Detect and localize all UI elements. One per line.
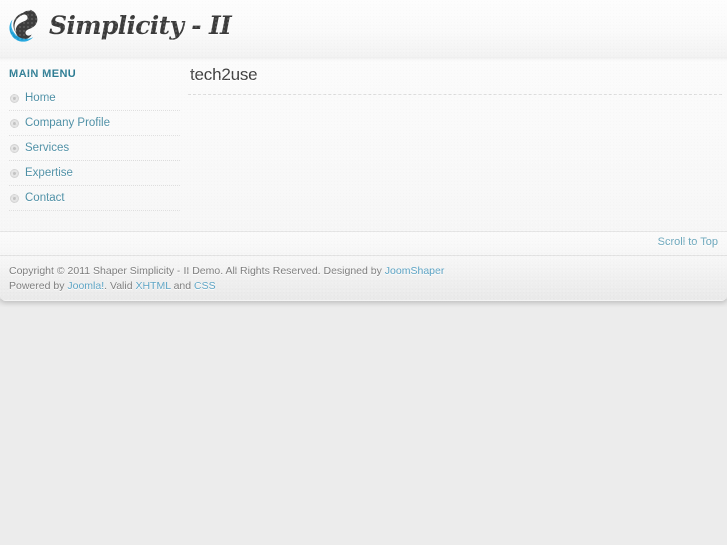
sidebar: MAIN MENU Home Company Profile Services … — [0, 57, 180, 211]
footer-and-text: and — [170, 280, 195, 292]
sidebar-item-label: Services — [25, 142, 70, 154]
sidebar-item-home[interactable]: Home — [9, 86, 180, 111]
sidebar-item-label: Contact — [25, 192, 65, 204]
footer-copyright: Copyright © 2011 Shaper Simplicity - II … — [9, 264, 727, 279]
footer-powered-by: Powered by Joomla!. Valid XHTML and CSS — [9, 279, 727, 294]
site-footer: Copyright © 2011 Shaper Simplicity - II … — [0, 255, 727, 300]
yin-yang-swirl-icon — [9, 9, 38, 42]
footer-valid-text: . Valid — [104, 280, 136, 292]
joomla-link[interactable]: Joomla! — [67, 280, 104, 292]
sidebar-item-services[interactable]: Services — [9, 136, 180, 161]
sidebar-link-home[interactable]: Home — [9, 86, 175, 110]
sidebar-item-label: Company Profile — [25, 117, 111, 129]
sidebar-item-company-profile[interactable]: Company Profile — [9, 111, 180, 136]
site-logo-text: Simplicity - II — [49, 10, 232, 40]
page-container: Simplicity - II MAIN MENU Home Company P… — [0, 0, 727, 301]
footer-copyright-text: Copyright © 2011 Shaper Simplicity - II … — [9, 265, 385, 277]
bullet-circle-icon — [10, 193, 19, 203]
xhtml-link[interactable]: XHTML — [135, 280, 170, 292]
footer-powered-text: Powered by — [9, 280, 68, 292]
joomshaper-link[interactable]: JoomShaper — [385, 265, 445, 277]
sidebar-item-contact[interactable]: Contact — [9, 186, 180, 211]
scroll-to-top-bar: Scroll to Top — [0, 231, 727, 255]
site-header: Simplicity - II — [0, 0, 727, 61]
sidebar-link-expertise[interactable]: Expertise — [9, 161, 175, 185]
article-body — [190, 95, 718, 195]
bullet-circle-icon — [10, 143, 19, 153]
page-title: tech2use — [190, 65, 258, 84]
bullet-circle-icon — [10, 168, 19, 178]
main-menu: Home Company Profile Services Expertise … — [9, 86, 180, 211]
sidebar-heading: MAIN MENU — [9, 68, 77, 80]
sidebar-link-contact[interactable]: Contact — [9, 186, 175, 210]
sidebar-link-company-profile[interactable]: Company Profile — [9, 111, 175, 135]
main-content: tech2use — [188, 57, 722, 195]
scroll-to-top-link[interactable]: Scroll to Top — [658, 236, 718, 248]
page-body: MAIN MENU Home Company Profile Services … — [0, 57, 727, 231]
bullet-circle-icon — [10, 118, 19, 128]
bullet-circle-icon — [10, 93, 19, 103]
sidebar-item-label: Home — [25, 92, 56, 104]
site-logo[interactable]: Simplicity - II — [9, 8, 232, 42]
sidebar-link-services[interactable]: Services — [9, 136, 175, 160]
css-link[interactable]: CSS — [194, 280, 216, 292]
sidebar-item-expertise[interactable]: Expertise — [9, 161, 180, 186]
sidebar-item-label: Expertise — [25, 167, 73, 179]
